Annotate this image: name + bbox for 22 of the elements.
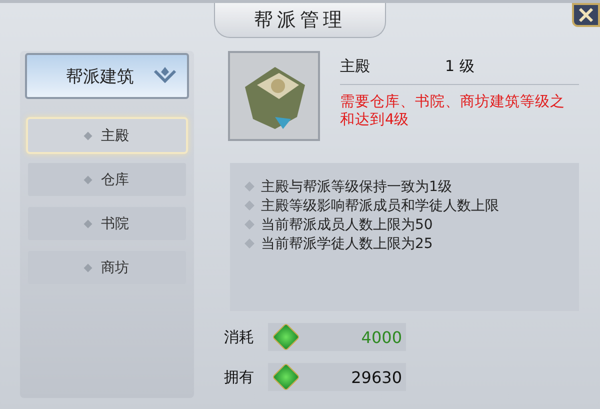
diamond-bullet-icon — [244, 238, 254, 248]
category-dropdown[interactable]: 帮派建筑 — [25, 53, 189, 99]
building-tab[interactable]: 仓库 — [28, 163, 186, 196]
effect-text: 当前帮派成员人数上限为50 — [261, 216, 433, 234]
resource-label: 拥有 — [224, 368, 254, 386]
window-title: 帮派管理 — [214, 3, 386, 38]
building-level: 1 级 — [445, 57, 474, 76]
building-name: 主殿 — [340, 57, 370, 76]
effect-text: 主殿等级影响帮派成员和学徒人数上限 — [261, 196, 499, 214]
close-button[interactable] — [572, 3, 600, 27]
resource-label: 消耗 — [224, 328, 254, 346]
building-tab[interactable]: 书院 — [28, 207, 186, 240]
diamond-bullet-icon — [244, 200, 254, 210]
currency-field: 4000 — [268, 323, 406, 351]
diamond-bullet-icon — [244, 182, 254, 192]
effect-text: 当前帮派学徒人数上限为25 — [261, 234, 433, 252]
requirement-text: 需要仓库、书院、商坊建筑等级之和达到4级 — [340, 93, 566, 129]
effect-text: 主殿与帮派等级保持一致为1级 — [261, 178, 452, 196]
building-tab[interactable]: 主殿 — [28, 119, 186, 152]
diamond-bullet-icon — [244, 220, 254, 230]
building-tab[interactable]: 商坊 — [28, 251, 186, 284]
currency-field: 29630 — [268, 363, 406, 391]
